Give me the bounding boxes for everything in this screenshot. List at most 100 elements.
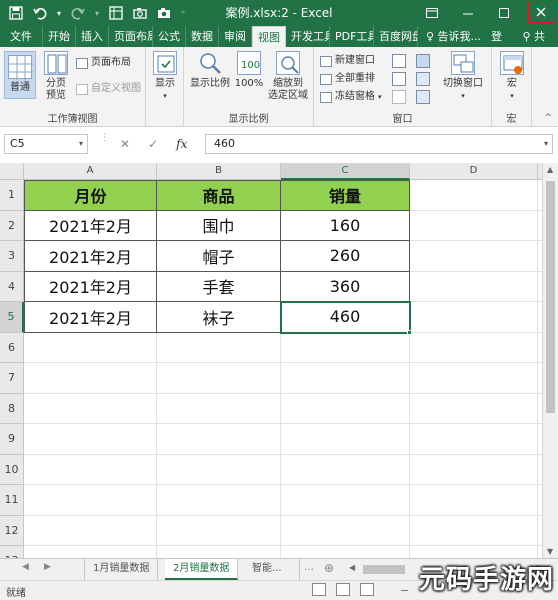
row-header-1[interactable]: 1 — [0, 180, 24, 211]
grid-cell[interactable] — [157, 546, 281, 558]
sheet-tab-jan[interactable]: 1月销量数据 — [84, 559, 159, 580]
column-header-a[interactable]: A — [24, 163, 157, 180]
select-all-corner[interactable] — [0, 163, 24, 180]
row-header-5[interactable]: 5 — [0, 302, 24, 333]
grid-cell[interactable] — [157, 393, 281, 424]
table-cell[interactable]: 2021年2月 — [24, 271, 157, 302]
redo-dropdown-icon[interactable]: ▾ — [92, 3, 102, 23]
zoom-100-button[interactable]: 100 100% — [234, 51, 264, 90]
row-header-4[interactable]: 4 — [0, 271, 24, 302]
restore-icon[interactable] — [486, 0, 522, 26]
grid-cell[interactable] — [410, 363, 538, 394]
table-cell[interactable]: 260 — [281, 241, 410, 272]
new-window-button[interactable]: 新建窗口 — [320, 53, 375, 69]
vertical-scrollbar[interactable]: ▲ ▼ — [542, 163, 558, 558]
tab-pdf-tools[interactable]: PDF工具 — [330, 26, 374, 47]
row-header-10[interactable]: 10 — [0, 454, 24, 485]
grid-cell[interactable] — [281, 393, 410, 424]
tab-review[interactable]: 审阅 — [219, 26, 252, 47]
grid-cell[interactable] — [24, 546, 157, 558]
undo-icon[interactable] — [30, 3, 50, 23]
tab-file[interactable]: 文件 — [0, 26, 43, 47]
grid-cell[interactable] — [410, 271, 538, 302]
tell-me-search[interactable]: ♀ 告诉我... — [422, 26, 485, 47]
minimize-icon[interactable] — [450, 0, 486, 26]
grid-cell[interactable] — [410, 393, 538, 424]
table-cell[interactable]: 袜子 — [157, 302, 281, 333]
grid-cell[interactable] — [410, 332, 538, 363]
grid-cell[interactable] — [24, 393, 157, 424]
grid-cell[interactable] — [410, 210, 538, 241]
undo-dropdown-icon[interactable]: ▾ — [54, 3, 64, 23]
grid-cell[interactable] — [281, 485, 410, 516]
grid-cell[interactable] — [157, 424, 281, 455]
grid-cell[interactable] — [410, 302, 538, 333]
grid-cell[interactable] — [24, 485, 157, 516]
ribbon-display-icon[interactable] — [414, 0, 450, 26]
tab-baidu-netdisk[interactable]: 百度网盘 — [374, 26, 418, 47]
table-cell[interactable]: 2021年2月 — [24, 210, 157, 241]
grid-cell[interactable] — [24, 424, 157, 455]
table-cell[interactable]: 手套 — [157, 271, 281, 302]
tab-data[interactable]: 数据 — [186, 26, 219, 47]
grid-cell[interactable] — [157, 363, 281, 394]
column-header-b[interactable]: B — [157, 163, 281, 180]
chevron-down-icon[interactable]: ▾ — [544, 135, 548, 153]
horizontal-scroll-thumb[interactable] — [363, 565, 405, 574]
share-button[interactable]: ⚲ 共享 — [516, 26, 558, 64]
row-header-2[interactable]: 2 — [0, 210, 24, 241]
page-layout-view-icon[interactable] — [336, 583, 350, 596]
scroll-down-icon[interactable]: ▼ — [547, 547, 553, 556]
sheet-tab-feb[interactable]: 2月销量数据 — [165, 559, 239, 580]
reset-window-position-icon[interactable] — [416, 90, 430, 104]
name-box[interactable]: C5 ▾ — [4, 134, 88, 154]
grid-cell[interactable] — [24, 515, 157, 546]
cancel-icon[interactable]: ✕ — [120, 137, 130, 151]
table-cell[interactable]: 360 — [281, 271, 410, 302]
fill-handle[interactable] — [407, 329, 412, 335]
formula-bar-splitter[interactable]: ⋮ — [100, 134, 109, 152]
grid-cell[interactable] — [281, 363, 410, 394]
macros-button[interactable]: 宏 ▾ — [498, 51, 526, 102]
tab-insert[interactable]: 插入 — [76, 26, 109, 47]
grid-cell[interactable] — [281, 332, 410, 363]
table-cell[interactable]: 2021年2月 — [24, 241, 157, 272]
close-icon[interactable] — [528, 1, 554, 23]
table-cell[interactable]: 围巾 — [157, 210, 281, 241]
redo-icon[interactable] — [68, 3, 88, 23]
tab-page-layout[interactable]: 页面布局 — [109, 26, 153, 47]
grid-cell[interactable] — [410, 515, 538, 546]
chevron-down-icon[interactable]: ▾ — [79, 135, 83, 153]
grid-cell[interactable] — [24, 332, 157, 363]
freeze-panes-button[interactable]: 冻结窗格 ▾ — [320, 89, 382, 105]
table-header-cell[interactable]: 销量 — [281, 180, 410, 211]
form-icon[interactable] — [106, 3, 126, 23]
customize-icon[interactable]: ⁼ — [178, 3, 188, 23]
view-side-by-side-icon[interactable] — [416, 54, 430, 68]
row-header-8[interactable]: 8 — [0, 393, 24, 424]
normal-view-button[interactable]: 普通 — [4, 51, 36, 99]
grid-cell[interactable] — [281, 454, 410, 485]
grid-cell[interactable] — [24, 363, 157, 394]
page-break-view-icon[interactable] — [360, 583, 374, 596]
unhide-icon[interactable] — [392, 90, 406, 104]
grid-cell[interactable] — [410, 241, 538, 272]
grid-cell[interactable] — [410, 485, 538, 516]
table-header-cell[interactable]: 商品 — [157, 180, 281, 211]
enter-icon[interactable]: ✓ — [148, 137, 158, 151]
row-header-7[interactable]: 7 — [0, 363, 24, 394]
show-button[interactable]: 显示 ▾ — [151, 51, 179, 102]
collapse-ribbon-icon[interactable]: ^ — [544, 113, 552, 123]
grid-cell[interactable] — [281, 424, 410, 455]
synchronous-scrolling-icon[interactable] — [416, 72, 430, 86]
scroll-left-icon[interactable]: ◀ — [349, 563, 355, 572]
hide-icon[interactable] — [392, 72, 406, 86]
login-link[interactable]: 登录 — [485, 26, 516, 64]
row-header-13[interactable]: 13 — [0, 546, 24, 558]
page-layout-button[interactable]: 页面布局 — [76, 55, 131, 71]
tab-home[interactable]: 开始 — [43, 26, 76, 47]
sheet-prev-icon[interactable]: ◀ — [22, 562, 29, 572]
vertical-scroll-thumb[interactable] — [546, 181, 555, 413]
column-header-d[interactable]: D — [410, 163, 538, 180]
table-cell[interactable]: 2021年2月 — [24, 302, 157, 333]
